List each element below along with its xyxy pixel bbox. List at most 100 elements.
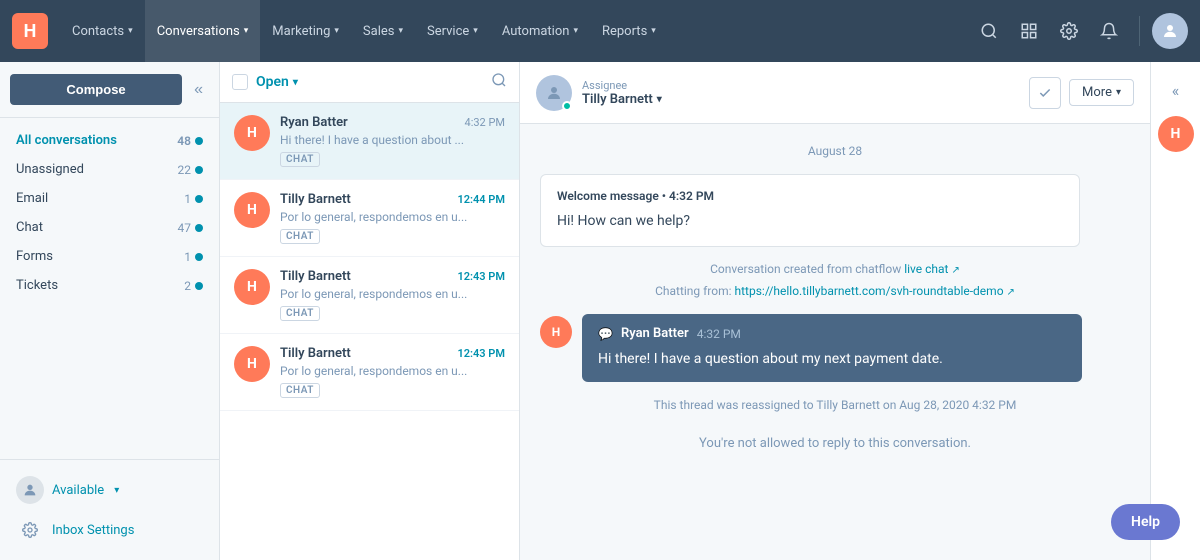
sidebar-nav: All conversations 48 Unassigned 22 Email… (0, 118, 219, 459)
avatar: H (234, 346, 270, 382)
unread-dot (195, 195, 203, 203)
user-avatar[interactable] (1152, 13, 1188, 49)
sidebar-item-unassigned[interactable]: Unassigned 22 (0, 155, 219, 184)
nav-item-marketing[interactable]: Marketing ▾ (260, 0, 351, 62)
ryan-message-wrapper: H 💬 Ryan Batter 4:32 PM Hi there! I have… (540, 314, 1130, 382)
nav-item-contacts[interactable]: Contacts ▾ (60, 0, 145, 62)
compose-button[interactable]: Compose (10, 74, 182, 105)
top-navigation: H Contacts ▾ Conversations ▾ Marketing ▾… (0, 0, 1200, 62)
unread-dot (195, 253, 203, 261)
sidebar-item-chat[interactable]: Chat 47 (0, 213, 219, 242)
external-link-icon: ↗ (1007, 287, 1015, 298)
chevron-down-icon: ▾ (651, 26, 656, 36)
conversation-list: Open ▾ H Ryan Batter 4:32 PM Hi there! I… (220, 62, 520, 560)
notifications-button[interactable] (1091, 13, 1127, 49)
settings-button[interactable] (1051, 13, 1087, 49)
unread-dot (195, 282, 203, 290)
nav-divider (1139, 16, 1140, 46)
chevron-down-icon: ▾ (334, 26, 339, 36)
chevron-down-icon: ▾ (573, 26, 578, 36)
assignee-name-row: Tilly Barnett ▾ (582, 92, 1019, 107)
avatar: H (234, 269, 270, 305)
conversation-item[interactable]: H Tilly Barnett 12:43 PM Por lo general,… (220, 334, 519, 411)
user-status-icon (16, 476, 44, 504)
conversation-list-header: Open ▾ (220, 62, 519, 103)
conversation-search-button[interactable] (491, 72, 507, 92)
sidebar-item-forms[interactable]: Forms 1 (0, 242, 219, 271)
chat-header-actions: More ▾ (1029, 77, 1134, 109)
collapse-right-panel-button[interactable]: « (1158, 72, 1194, 108)
chevron-down-icon: ▾ (473, 26, 478, 36)
chevron-down-icon: ▾ (128, 26, 133, 36)
settings-icon (16, 516, 44, 544)
date-divider: August 28 (540, 144, 1130, 158)
chat-header: Assignee Tilly Barnett ▾ More ▾ (520, 62, 1150, 124)
conv-header-row: Tilly Barnett 12:43 PM (280, 269, 505, 284)
ryan-avatar: H (540, 316, 572, 348)
avatar: H (234, 192, 270, 228)
conversation-item[interactable]: H Tilly Barnett 12:44 PM Por lo general,… (220, 180, 519, 257)
conversation-content: Tilly Barnett 12:43 PM Por lo general, r… (280, 346, 505, 398)
chevron-down-icon: ▾ (398, 26, 403, 36)
nav-icons (971, 13, 1188, 49)
sidebar-item-email[interactable]: Email 1 (0, 184, 219, 213)
nav-item-reports[interactable]: Reports ▾ (590, 0, 668, 62)
search-button[interactable] (971, 13, 1007, 49)
chatflow-link[interactable]: live chat ↗ (904, 262, 960, 276)
conv-header-row: Ryan Batter 4:32 PM (280, 115, 505, 130)
chat-icon: 💬 (598, 327, 613, 341)
chat-messages: August 28 Welcome message • 4:32 PM Hi! … (520, 124, 1150, 560)
avatar: H (234, 115, 270, 151)
available-status-button[interactable]: Available ▾ (16, 470, 203, 510)
conversation-items: H Ryan Batter 4:32 PM Hi there! I have a… (220, 103, 519, 560)
conversation-content: Ryan Batter 4:32 PM Hi there! I have a q… (280, 115, 505, 167)
nav-item-service[interactable]: Service ▾ (415, 0, 490, 62)
chatting-from-link[interactable]: https://hello.tillybarnett.com/svh-round… (735, 284, 1015, 298)
conversation-info: Conversation created from chatflow live … (540, 259, 1130, 302)
chevron-down-icon: ▾ (1116, 87, 1121, 98)
online-status-dot (562, 101, 572, 111)
chat-area: Assignee Tilly Barnett ▾ More ▾ August 2… (520, 62, 1150, 560)
main-layout: Compose « All conversations 48 Unassigne… (0, 62, 1200, 560)
sidebar-item-tickets[interactable]: Tickets 2 (0, 271, 219, 300)
reply-note: You're not allowed to reply to this conv… (540, 428, 1130, 459)
more-button[interactable]: More ▾ (1069, 79, 1134, 106)
conversation-item[interactable]: H Tilly Barnett 12:43 PM Por lo general,… (220, 257, 519, 334)
ryan-bubble: 💬 Ryan Batter 4:32 PM Hi there! I have a… (582, 314, 1082, 382)
conversation-content: Tilly Barnett 12:43 PM Por lo general, r… (280, 269, 505, 321)
assignee-avatar (536, 75, 572, 111)
nav-item-sales[interactable]: Sales ▾ (351, 0, 415, 62)
unread-dot (195, 224, 203, 232)
message-card: Welcome message • 4:32 PM Hi! How can we… (540, 174, 1080, 247)
hubspot-logo[interactable]: H (12, 13, 48, 49)
reassign-note: This thread was reassigned to Tilly Barn… (540, 394, 1130, 416)
chevron-down-icon: ▾ (244, 26, 249, 36)
assignee-info: Assignee Tilly Barnett ▾ (582, 79, 1019, 107)
ryan-message-text: Hi there! I have a question about my nex… (598, 349, 1066, 370)
sidebar: Compose « All conversations 48 Unassigne… (0, 62, 220, 560)
unread-dot (195, 137, 203, 145)
open-filter-dropdown[interactable]: Open ▾ (256, 74, 298, 90)
sidebar-compose-area: Compose « (0, 62, 219, 118)
check-button[interactable] (1029, 77, 1061, 109)
nav-item-automation[interactable]: Automation ▾ (490, 0, 590, 62)
sidebar-footer: Available ▾ Inbox Settings (0, 459, 219, 560)
sidebar-item-all-conversations[interactable]: All conversations 48 (0, 126, 219, 155)
chevron-down-icon: ▾ (657, 94, 662, 105)
message-text: Hi! How can we help? (557, 211, 1063, 232)
marketplace-button[interactable] (1011, 13, 1047, 49)
chevron-down-icon: ▾ (114, 485, 119, 496)
hubspot-logo-small[interactable]: H (1158, 116, 1194, 152)
inbox-settings-button[interactable]: Inbox Settings (16, 510, 203, 550)
conversation-content: Tilly Barnett 12:44 PM Por lo general, r… (280, 192, 505, 244)
select-all-checkbox[interactable] (232, 74, 248, 90)
nav-item-conversations[interactable]: Conversations ▾ (145, 0, 261, 62)
external-link-icon: ↗ (951, 265, 959, 276)
conversation-item[interactable]: H Ryan Batter 4:32 PM Hi there! I have a… (220, 103, 519, 180)
caret-down-icon: ▾ (293, 77, 298, 88)
conv-header-row: Tilly Barnett 12:44 PM (280, 192, 505, 207)
conv-header-row: Tilly Barnett 12:43 PM (280, 346, 505, 361)
unread-dot (195, 166, 203, 174)
help-button[interactable]: Help (1111, 504, 1180, 540)
collapse-sidebar-button[interactable]: « (188, 77, 209, 103)
